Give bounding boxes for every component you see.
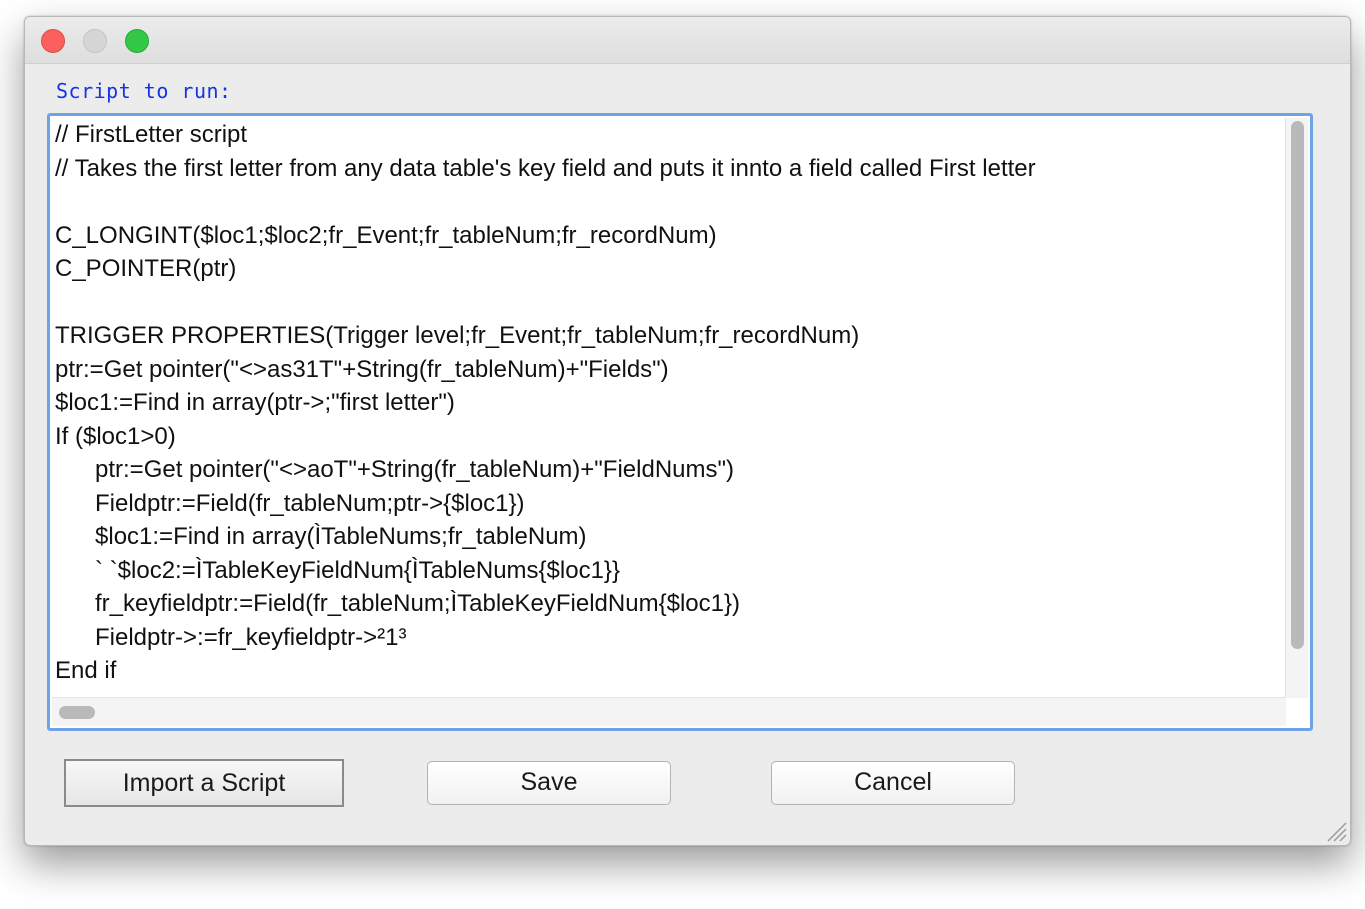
script-line[interactable] (55, 286, 1277, 320)
save-button[interactable]: Save (427, 761, 671, 805)
title-bar[interactable] (25, 17, 1350, 64)
script-line[interactable] (55, 185, 1277, 219)
script-editor[interactable]: // FirstLetter script// Takes the first … (47, 113, 1313, 731)
script-line[interactable]: Fieldptr:=Field(fr_tableNum;ptr->{$loc1}… (55, 487, 1277, 521)
script-line[interactable]: // Takes the first letter from any data … (55, 152, 1277, 186)
vertical-scrollbar[interactable] (1285, 118, 1308, 698)
script-line[interactable]: ` `$loc2:=ÌTableKeyFieldNum{ÌTableNums{$… (55, 554, 1277, 588)
script-line[interactable]: End if (55, 654, 1277, 688)
script-line[interactable]: fr_keyfieldptr:=Field(fr_tableNum;ÌTable… (55, 587, 1277, 621)
import-script-button[interactable]: Import a Script (64, 759, 344, 807)
script-line[interactable]: Fieldptr->:=fr_keyfieldptr->²1³ (55, 621, 1277, 655)
script-to-run-label: Script to run: (56, 79, 232, 103)
horizontal-scroll-thumb[interactable] (59, 706, 95, 719)
vertical-scroll-thumb[interactable] (1291, 121, 1304, 649)
resize-grip-icon[interactable] (1322, 817, 1348, 843)
script-line[interactable]: If ($loc1>0) (55, 420, 1277, 454)
minimize-window-button[interactable] (83, 29, 107, 53)
script-line[interactable]: // FirstLetter script (55, 118, 1277, 152)
script-dialog-window: Script to run: // FirstLetter script// T… (24, 16, 1351, 846)
horizontal-scrollbar[interactable] (52, 697, 1286, 726)
cancel-button[interactable]: Cancel (771, 761, 1015, 805)
script-line[interactable]: $loc1:=Find in array(ÌTableNums;fr_table… (55, 520, 1277, 554)
script-line[interactable]: C_LONGINT($loc1;$loc2;fr_Event;fr_tableN… (55, 219, 1277, 253)
script-line[interactable]: C_POINTER(ptr) (55, 252, 1277, 286)
script-line[interactable]: ptr:=Get pointer("<>as31T"+String(fr_tab… (55, 353, 1277, 387)
script-line[interactable]: ptr:=Get pointer("<>aoT"+String(fr_table… (55, 453, 1277, 487)
script-line[interactable]: TRIGGER PROPERTIES(Trigger level;fr_Even… (55, 319, 1277, 353)
close-window-button[interactable] (41, 29, 65, 53)
script-line[interactable]: $loc1:=Find in array(ptr->;"first letter… (55, 386, 1277, 420)
script-text-area[interactable]: // FirstLetter script// Takes the first … (55, 118, 1277, 692)
zoom-window-button[interactable] (125, 29, 149, 53)
